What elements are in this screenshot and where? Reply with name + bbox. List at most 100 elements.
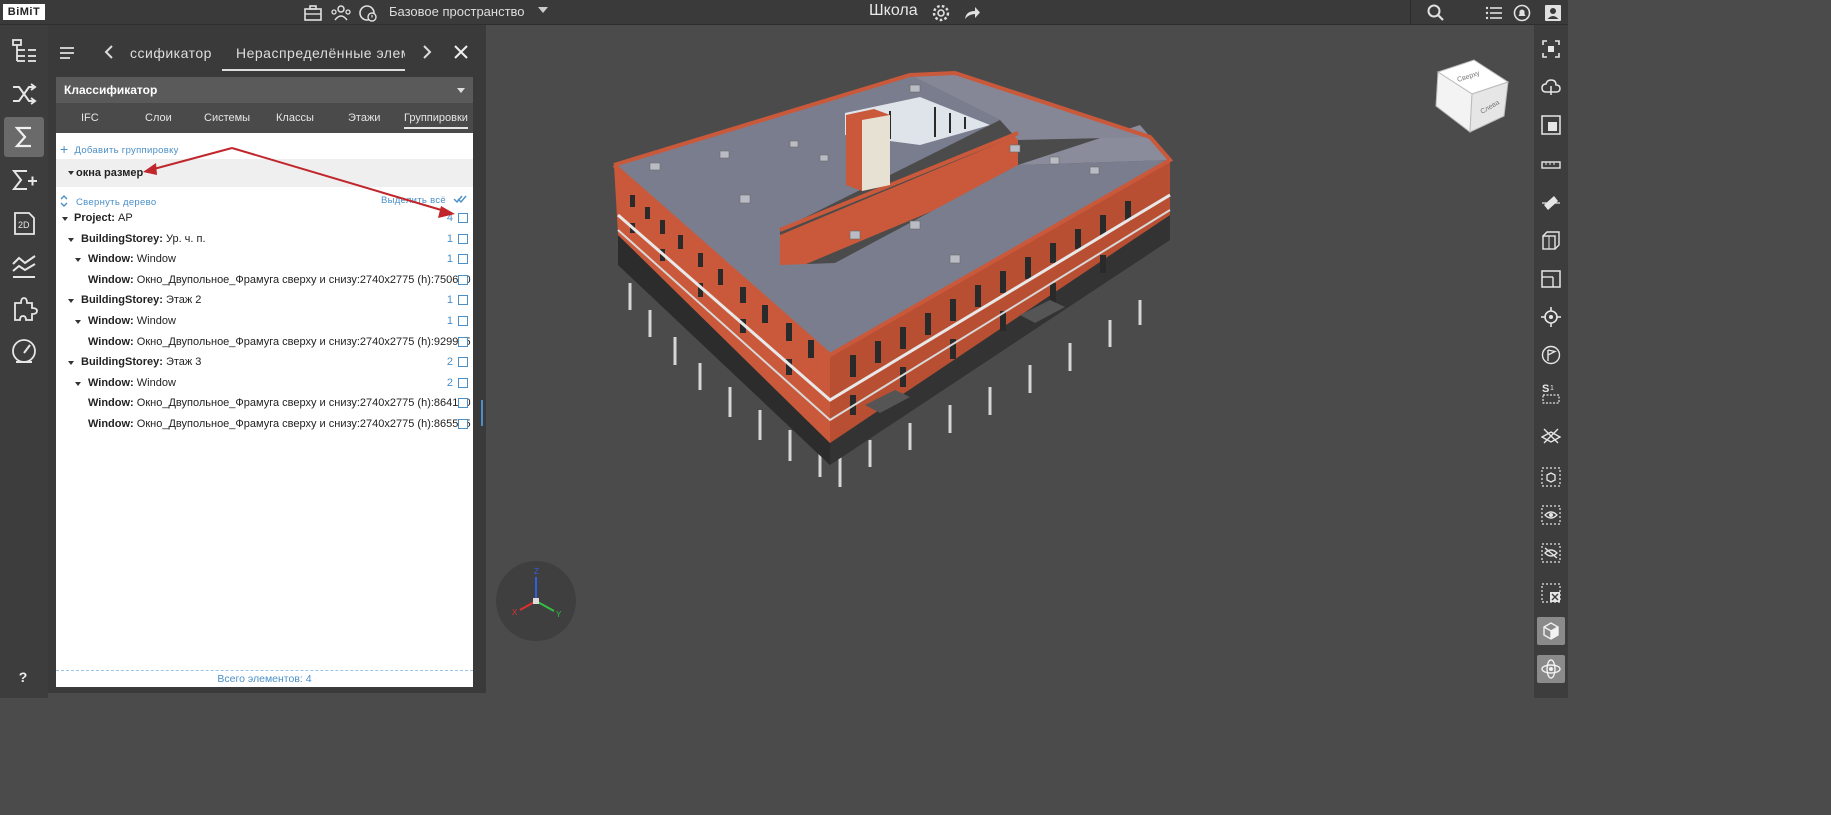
tree-row-checkbox[interactable] — [458, 295, 468, 306]
classifier-panel: Классификатор IFC Слои Системы Классы Эт… — [56, 77, 473, 687]
subtab-classes[interactable]: Классы — [276, 112, 314, 124]
subtab-floors[interactable]: Этажи — [348, 112, 380, 124]
tree-row[interactable]: BuildingStorey: Этаж 2 1 — [56, 291, 473, 311]
account-icon[interactable] — [1543, 3, 1563, 23]
navigation-cube[interactable]: Сверху Слева — [1434, 58, 1510, 139]
tab-scroll-left-icon[interactable] — [104, 45, 114, 64]
sigma-icon[interactable] — [4, 117, 44, 157]
tree-row[interactable]: Project: АР 4 — [56, 209, 473, 229]
tree-row-checkbox[interactable] — [458, 419, 468, 429]
tree-row-type: Window: — [88, 418, 134, 430]
tree-row-checkbox[interactable] — [458, 274, 468, 285]
building-model[interactable] — [490, 25, 1534, 698]
subtab-systems[interactable]: Системы — [204, 112, 250, 124]
close-icon[interactable] — [454, 45, 468, 64]
floor-plan-icon[interactable] — [1537, 265, 1565, 293]
sigma-plus-icon[interactable] — [4, 160, 44, 200]
section-box-icon[interactable] — [1537, 227, 1565, 255]
list-icon[interactable] — [1484, 3, 1504, 23]
hide-eye-icon[interactable] — [1537, 539, 1565, 567]
tree-row-value: Window — [136, 253, 176, 266]
graph-icon[interactable] — [4, 246, 44, 286]
grouping-row[interactable]: окна размер — [56, 159, 473, 187]
2d-sheet-icon[interactable]: 2D — [4, 203, 44, 243]
expand-caret-icon[interactable] — [75, 381, 81, 386]
add-grouping-button[interactable]: + Добавить группировку — [60, 141, 179, 157]
3d-viewport[interactable]: Сверху Слева Z X Y — [490, 25, 1534, 698]
gear-icon[interactable] — [931, 3, 951, 23]
tab-scroll-right-icon[interactable] — [422, 45, 432, 64]
tree-row-checkbox[interactable] — [458, 377, 468, 388]
puzzle-icon[interactable] — [4, 289, 44, 329]
tree-row-text: BuildingStorey: Этаж 2 — [81, 294, 201, 306]
tree-row-text: Window: Окно_Двупольное_Фрамуга сверху и… — [88, 418, 471, 430]
history-icon[interactable] — [358, 3, 378, 23]
tree-row[interactable]: Window: Окно_Двупольное_Фрамуга сверху и… — [56, 333, 473, 353]
target-icon[interactable] — [1537, 303, 1565, 331]
tree-row-checkbox[interactable] — [458, 254, 468, 265]
select-all-button[interactable]: Выделить всё — [381, 195, 446, 206]
focus-selection-icon[interactable] — [1537, 35, 1565, 63]
section-plane-icon[interactable] — [1537, 189, 1565, 217]
tree-row-checkbox[interactable] — [458, 213, 468, 223]
tree-row[interactable]: Window: Окно_Двупольное_Фрамуга сверху и… — [56, 415, 473, 435]
orbit-icon[interactable] — [1537, 655, 1565, 683]
tree-row-checkbox[interactable] — [458, 398, 468, 409]
collapse-tree-button[interactable]: Свернуть дерево — [60, 195, 156, 208]
expand-caret-icon[interactable] — [68, 299, 74, 304]
subtab-groupings[interactable]: Группировки — [404, 112, 468, 129]
chevron-down-icon[interactable] — [538, 7, 548, 13]
share-icon[interactable] — [962, 3, 982, 23]
expand-caret-icon[interactable] — [62, 217, 68, 221]
tab-unassigned-elements[interactable]: Нераспределённые элеме — [222, 45, 405, 71]
flag-icon[interactable] — [1537, 341, 1565, 369]
subtab-ifc[interactable]: IFC — [81, 112, 99, 124]
expand-caret-icon[interactable] — [68, 237, 74, 242]
isolate-cube-icon[interactable] — [1537, 463, 1565, 491]
space-select[interactable]: Базовое пространство — [389, 4, 525, 19]
tree-structure-icon[interactable] — [4, 31, 44, 71]
tree-row-count: 1 — [446, 253, 453, 266]
tree-row[interactable]: Window: Window 1 — [56, 312, 473, 332]
tree-row-checkbox[interactable] — [458, 316, 468, 326]
tree-row[interactable]: Window: Window 2 — [56, 374, 473, 394]
menu-icon[interactable] — [60, 46, 74, 64]
double-check-icon[interactable] — [453, 194, 467, 207]
chevron-down-icon[interactable] — [457, 88, 465, 93]
expand-caret-icon[interactable] — [68, 171, 74, 175]
users-icon[interactable] — [330, 3, 351, 23]
ruler-icon[interactable] — [1537, 151, 1565, 179]
tree-row[interactable]: BuildingStorey: Этаж 3 2 — [56, 353, 473, 373]
tree-row-checkbox[interactable] — [458, 336, 468, 347]
layers-cut-icon[interactable] — [1537, 421, 1565, 449]
show-eye-icon[interactable] — [1537, 501, 1565, 529]
tree-row-checkbox[interactable] — [458, 233, 468, 244]
tree-row[interactable]: Window: Window 1 — [56, 250, 473, 270]
box-select-icon[interactable] — [1537, 111, 1565, 139]
help-icon[interactable]: ? — [12, 666, 34, 688]
panel-resize-handle[interactable] — [481, 400, 483, 426]
cloud-icon[interactable] — [1537, 73, 1565, 101]
text-annotation-icon[interactable]: S1 — [1537, 379, 1565, 407]
tree-row-checkbox[interactable] — [458, 357, 468, 368]
tree-row[interactable]: BuildingStorey: Ур. ч. п. 1 — [56, 230, 473, 250]
expand-caret-icon[interactable] — [68, 361, 74, 366]
tree-row[interactable]: Window: Окно_Двупольное_Фрамуга сверху и… — [56, 394, 473, 414]
cube-view-icon[interactable] — [1537, 617, 1565, 645]
classifier-dropdown[interactable]: Классификатор — [56, 77, 473, 103]
app-logo[interactable]: BiMiT — [3, 4, 45, 20]
axis-gizmo[interactable]: Z X Y — [496, 561, 576, 641]
expand-caret-icon[interactable] — [75, 258, 81, 263]
shuffle-icon[interactable] — [4, 74, 44, 114]
dashboard-gauge-icon[interactable] — [4, 331, 44, 371]
expand-caret-icon[interactable] — [75, 320, 81, 324]
tab-classifier[interactable]: ссификатор — [130, 45, 216, 61]
subtab-layers[interactable]: Слои — [145, 112, 172, 124]
briefcase-icon[interactable] — [303, 3, 323, 23]
tree-row-text: Window: Window — [88, 315, 176, 327]
notifications-icon[interactable] — [1512, 3, 1532, 23]
tree-row-value: Окно_Двупольное_Фрамуга сверху и снизу:2… — [136, 418, 471, 430]
search-icon[interactable] — [1426, 3, 1446, 23]
tree-row[interactable]: Window: Окно_Двупольное_Фрамуга сверху и… — [56, 271, 473, 291]
clear-selection-icon[interactable] — [1537, 579, 1565, 607]
